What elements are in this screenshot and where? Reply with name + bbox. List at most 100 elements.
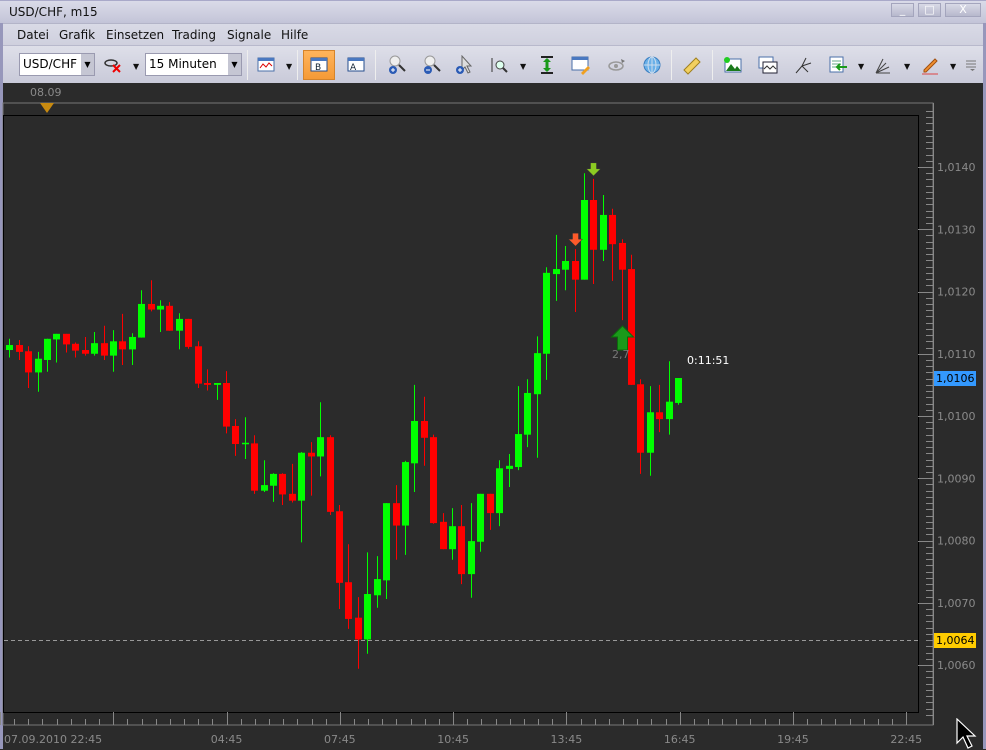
time-tick-label: 16:45 [664, 733, 696, 746]
candle-body [524, 392, 531, 435]
candle-body [25, 351, 32, 373]
candle [251, 435, 258, 494]
candle-body [374, 579, 381, 596]
time-tick-label: 10:45 [437, 733, 469, 746]
time-tick-label: 22:45 [890, 733, 922, 746]
candle-body [364, 594, 371, 640]
candle-body [506, 465, 513, 469]
current-price-label: 1,0106 [934, 370, 976, 386]
buy-signal-label: 2,7 [612, 348, 630, 361]
time-axis: 07.09.2010 22:45 04:45 07:45 10:45 13:45 16:4… [0, 712, 922, 746]
candle-body [251, 443, 258, 491]
candle-body [53, 333, 60, 340]
candle-body [458, 526, 465, 575]
price-tick-label: 1,0130 [937, 223, 976, 236]
candle-body [666, 401, 673, 420]
day-marker-icon[interactable] [40, 103, 54, 113]
candle-body [298, 452, 305, 501]
candle-body [72, 343, 79, 351]
candle-body [157, 305, 164, 310]
bar-timer: 0:11:51 [687, 354, 730, 367]
candle-body [166, 305, 173, 331]
candle-body [355, 617, 362, 640]
candle-body [195, 346, 202, 384]
candle-body [91, 343, 98, 354]
candle [195, 341, 202, 388]
candle-body [477, 493, 484, 542]
candle-body [345, 582, 352, 619]
price-tick-label: 1,0100 [937, 410, 976, 423]
price-tick-label: 1,0120 [937, 286, 976, 299]
candle-body [44, 338, 51, 360]
candle-body [590, 199, 597, 250]
candle [327, 435, 334, 515]
price-tick-label: 1,0140 [937, 161, 976, 174]
candle-body [35, 358, 42, 373]
candle-body [317, 437, 324, 457]
candle-body [421, 420, 428, 438]
time-tick-label: 07:45 [324, 733, 356, 746]
time-tick-label: 19:45 [777, 733, 809, 746]
candle-body [232, 425, 239, 445]
candle-body [675, 378, 682, 403]
candle-body [647, 412, 654, 453]
candle-body [176, 318, 183, 331]
time-tick-label: 13:45 [551, 733, 583, 746]
candle-body [553, 269, 560, 275]
time-tick-label: 07.09.2010 22:45 [4, 733, 102, 746]
candle-body [138, 303, 145, 338]
candle-body [270, 473, 277, 486]
candle-body [63, 333, 70, 345]
candle-body [148, 303, 155, 310]
candle-body [637, 384, 644, 453]
candle-body [129, 336, 136, 350]
candle-body [609, 214, 616, 245]
candle-body [468, 541, 475, 575]
candle-body [383, 503, 390, 581]
candle-body [261, 485, 268, 491]
candle-body [572, 260, 579, 280]
candle-body [101, 343, 108, 356]
candlestick-chart[interactable]: 1,0140 1,0130 1,0120 1,0110 1,0100 1,0090 1,00… [0, 0, 986, 749]
candle-body [308, 452, 315, 457]
price-tick-label: 1,0110 [937, 348, 976, 361]
candle-body [223, 383, 230, 427]
candle-body [562, 260, 569, 270]
candle-body [543, 272, 550, 354]
mouse-cursor-icon [956, 718, 977, 749]
price-tick-label: 1,0060 [937, 659, 976, 672]
candle-body [279, 473, 286, 495]
candle-body [402, 462, 409, 526]
candle [166, 302, 173, 331]
candle-body [336, 511, 343, 583]
candle-body [204, 383, 211, 385]
candle [628, 254, 635, 385]
candle-body [619, 242, 626, 270]
candle-body [327, 437, 334, 512]
candle-body [16, 345, 23, 352]
price-tick-label: 1,0080 [937, 535, 976, 548]
candle-body [515, 434, 522, 468]
candle [185, 318, 192, 349]
candle-body [430, 437, 437, 524]
candle-body [82, 350, 89, 354]
candle-body [440, 521, 447, 550]
candle-body [487, 493, 494, 514]
candle-body [411, 420, 418, 464]
candle-body [600, 214, 607, 250]
candle [430, 434, 437, 524]
candle-body [628, 269, 635, 385]
alert-price-label[interactable]: 1,0064 [934, 632, 976, 648]
candle-body [656, 412, 663, 420]
candle-body [449, 526, 456, 550]
candle-body [6, 345, 13, 351]
price-tick-label: 1,0070 [937, 597, 976, 610]
candle-body [214, 383, 221, 385]
time-tick-label: 04:45 [211, 733, 243, 746]
candle-body [534, 353, 541, 395]
price-tick-label: 1,0090 [937, 472, 976, 485]
candle-body [242, 442, 249, 445]
candle-body [496, 468, 503, 514]
candle [675, 378, 682, 405]
plot-area [3, 115, 919, 713]
